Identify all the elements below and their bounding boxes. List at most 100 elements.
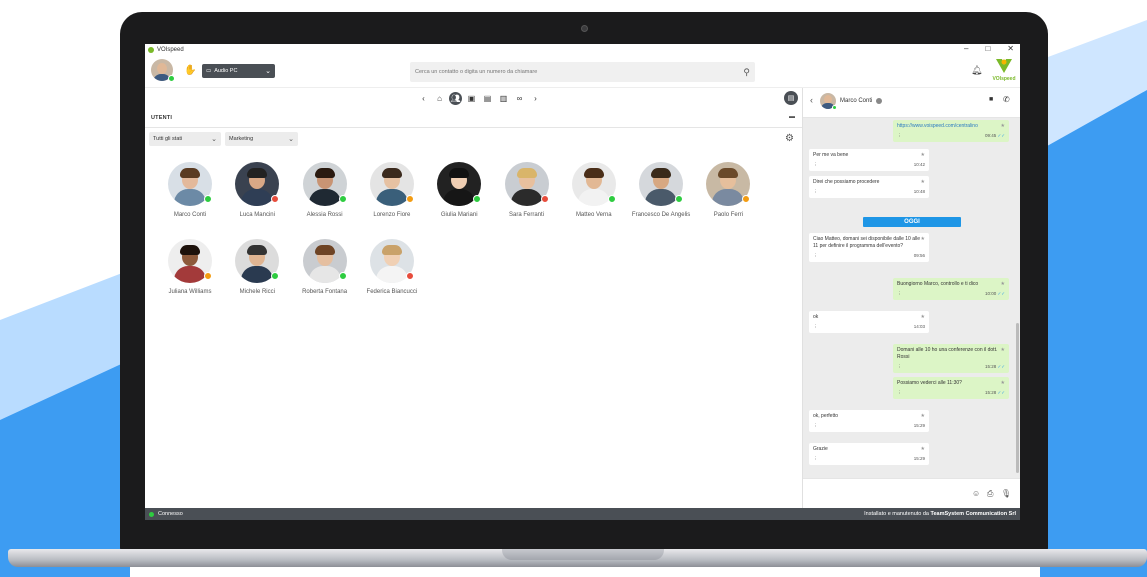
- message-meta: ⋮ 15:28 ✓✓: [897, 364, 1005, 370]
- search-icon[interactable]: ⚲: [743, 67, 750, 78]
- close-button[interactable]: ✕: [1007, 44, 1014, 53]
- status-filter-select[interactable]: Tutti gli stati ⌄: [149, 132, 221, 146]
- user-card[interactable]: Luca Mancini: [222, 162, 292, 228]
- chat-scrollbar[interactable]: [1016, 323, 1019, 473]
- user-card[interactable]: Matteo Verna: [559, 162, 629, 228]
- message-incoming[interactable]: Per me va bene ★ ⋮ 10:42: [809, 149, 929, 171]
- home-icon[interactable]: ⌂: [433, 92, 446, 105]
- star-icon[interactable]: ★: [1001, 347, 1005, 354]
- minimize-button[interactable]: –: [964, 44, 968, 53]
- message-incoming[interactable]: ok ★ ⋮ 14:03: [809, 311, 929, 333]
- user-card[interactable]: Sara Ferranti: [492, 162, 562, 228]
- settings-icon[interactable]: ⚙: [785, 133, 794, 144]
- star-icon[interactable]: ★: [921, 152, 925, 159]
- message-outgoing[interactable]: Domani alle 10 ho una conferenze con il …: [893, 344, 1009, 373]
- message-meta: ⋮ 15:29: [813, 423, 925, 429]
- message-outgoing[interactable]: https://www.voispeed.com/centralino ★ ⋮ 09:…: [893, 120, 1009, 142]
- message-menu-icon[interactable]: ⋮: [897, 364, 902, 370]
- message-outgoing[interactable]: Buongiorno Marco, controllo e ti dico ★ ⋮ 1…: [893, 278, 1009, 300]
- window-controls: – □ ✕: [964, 44, 1014, 53]
- user-status-indicator: [271, 195, 280, 203]
- message-menu-icon[interactable]: ⋮: [897, 291, 902, 297]
- user-status-indicator: [607, 195, 616, 203]
- message-menu-icon[interactable]: ⋮: [813, 253, 818, 259]
- phone-call-icon[interactable]: ✆: [1003, 95, 1010, 104]
- maximize-button[interactable]: □: [985, 44, 990, 53]
- brand-name: VOIspeed: [992, 76, 1016, 82]
- message-menu-icon[interactable]: ⋮: [897, 390, 902, 396]
- user-card[interactable]: Alessia Rossi: [290, 162, 360, 228]
- message-menu-icon[interactable]: ⋮: [813, 162, 818, 168]
- user-card[interactable]: Francesco De Angelis: [626, 162, 696, 228]
- star-icon[interactable]: ★: [1001, 281, 1005, 288]
- message-menu-icon[interactable]: ⋮: [813, 324, 818, 330]
- users-icon[interactable]: 👥︎: [449, 92, 462, 105]
- audio-device-select[interactable]: ▭ Audio PC ⌄: [202, 64, 275, 78]
- message-text: Ciao Matteo, domani sei disponibile dall…: [813, 236, 921, 249]
- star-icon[interactable]: ★: [921, 413, 925, 420]
- message-menu-icon[interactable]: ⋮: [813, 456, 818, 462]
- message-outgoing[interactable]: Possiamo vederci alle 11:30? ★ ⋮ 15:28 ✓✓: [893, 377, 1009, 399]
- monitor-icon: ▭: [206, 68, 212, 74]
- queue-icon[interactable]: ▥: [497, 92, 510, 105]
- message-incoming[interactable]: Grazie ★ ⋮ 15:29: [809, 443, 929, 465]
- chat-messages[interactable]: OGGI https://www.voispeed.com/centralino…: [803, 118, 1020, 478]
- group-filter-select[interactable]: Marketing ⌄: [225, 132, 298, 146]
- user-card[interactable]: Michele Ricci: [222, 239, 292, 305]
- message-time: 10:48: [913, 188, 925, 194]
- message-menu-icon[interactable]: ⋮: [813, 423, 818, 429]
- user-status-indicator: [405, 195, 414, 203]
- star-icon[interactable]: ★: [1001, 123, 1005, 130]
- search-input[interactable]: [415, 69, 735, 75]
- back-chevron-icon[interactable]: ‹: [810, 95, 813, 105]
- status-filter-value: Tutti gli stati: [153, 136, 183, 142]
- microphone-icon[interactable]: 🎙︎: [1001, 489, 1011, 498]
- user-card[interactable]: Federica Biancucci: [357, 239, 427, 305]
- emoji-icon[interactable]: ☺: [972, 489, 980, 498]
- chevron-down-icon: ⌄: [265, 68, 271, 75]
- message-incoming[interactable]: Direi che possiamo procedere ★ ⋮ 10:48: [809, 176, 929, 198]
- message-menu-icon[interactable]: ⋮: [813, 189, 818, 195]
- user-status-indicator: [675, 195, 684, 203]
- message-link[interactable]: https://www.voispeed.com/centralino: [897, 123, 978, 129]
- contacts-icon[interactable]: ▣: [465, 92, 478, 105]
- user-card[interactable]: Juliana Williams: [155, 239, 225, 305]
- user-card[interactable]: Marco Conti: [155, 162, 225, 228]
- user-card[interactable]: Lorenzo Fiore: [357, 162, 427, 228]
- star-icon[interactable]: ★: [1001, 380, 1005, 387]
- user-status-indicator: [204, 272, 212, 280]
- chevron-right-icon[interactable]: ›: [529, 92, 542, 105]
- user-card[interactable]: Giulia Mariani: [424, 162, 494, 228]
- connection-status: Connesso: [158, 511, 183, 517]
- message-time: 15:28: [984, 389, 997, 395]
- phonebook-icon[interactable]: ▤: [481, 92, 494, 105]
- message-menu-icon[interactable]: ⋮: [897, 133, 902, 139]
- chat-input-bar[interactable]: ☺ ⎙ 🎙︎: [803, 478, 1020, 508]
- bell-icon[interactable]: 🔔︎: [971, 65, 982, 76]
- star-icon[interactable]: ★: [921, 446, 925, 453]
- voicemail-icon[interactable]: ∞: [513, 92, 526, 105]
- view-mode-icon[interactable]: ▬: [789, 114, 795, 120]
- chevron-left-icon[interactable]: ‹: [417, 92, 430, 105]
- info-icon[interactable]: [876, 98, 882, 104]
- credit-text: Installato e manutenuto da TeamSystem Co…: [864, 511, 1016, 517]
- connection-status-icon: [149, 511, 154, 517]
- star-icon[interactable]: ★: [921, 314, 925, 321]
- user-card[interactable]: Roberta Fontana: [290, 239, 360, 305]
- user-status-indicator: [338, 272, 347, 280]
- read-check-icon: ✓✓: [996, 363, 1005, 369]
- star-icon[interactable]: ★: [921, 179, 925, 186]
- attachment-icon[interactable]: ⎙: [987, 489, 993, 499]
- chat-toggle-icon[interactable]: ▤: [784, 91, 798, 105]
- user-card[interactable]: Paolo Ferri: [693, 162, 763, 228]
- day-separator: OGGI: [863, 217, 961, 227]
- message-text: Domani alle 10 ho una conferenze con il …: [897, 347, 998, 360]
- message-incoming[interactable]: ok, perfetto ★ ⋮ 15:29: [809, 410, 929, 432]
- message-meta: ⋮ 10:48: [813, 189, 925, 195]
- star-icon[interactable]: ★: [921, 236, 925, 243]
- message-meta: ⋮ 10:00 ✓✓: [897, 291, 1005, 297]
- hand-icon[interactable]: ✋: [184, 65, 196, 76]
- message-incoming[interactable]: Ciao Matteo, domani sei disponibile dall…: [809, 233, 929, 262]
- video-call-icon[interactable]: ■: [989, 96, 993, 103]
- message-meta: ⋮ 15:28 ✓✓: [897, 390, 1005, 396]
